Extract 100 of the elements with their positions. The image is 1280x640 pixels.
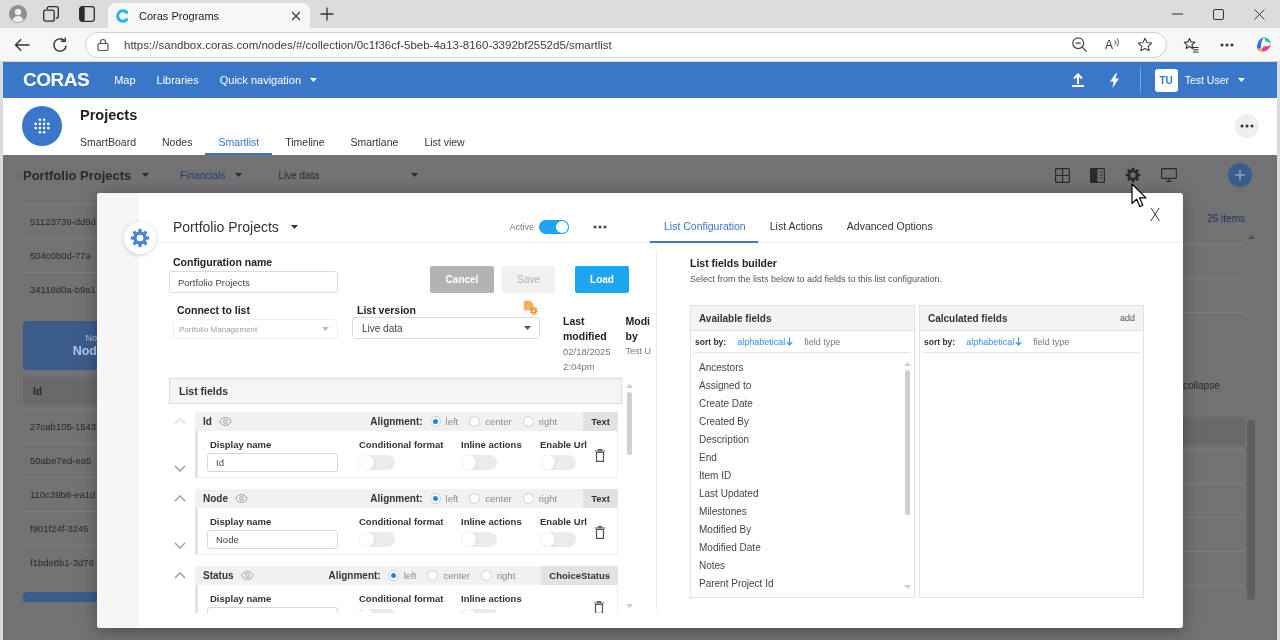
grid-icon[interactable] — [1055, 167, 1070, 183]
lightning-icon[interactable] — [1109, 72, 1119, 88]
radio-button[interactable] — [522, 493, 534, 504]
radio-button[interactable] — [387, 570, 399, 581]
list-item[interactable]: Notes — [699, 556, 726, 574]
read-aloud-button[interactable]: A — [1105, 37, 1119, 52]
toggle-switch[interactable] — [461, 532, 497, 547]
user-avatar[interactable]: TU — [1154, 68, 1178, 92]
list-item[interactable]: Create Date — [699, 394, 753, 412]
chevron-up-icon[interactable] — [174, 495, 186, 502]
refresh-icon[interactable] — [52, 36, 68, 53]
add-button[interactable] — [1228, 163, 1252, 187]
swirl-icon[interactable] — [1255, 36, 1272, 53]
more-button[interactable] — [1235, 114, 1259, 138]
split-view-icon[interactable] — [1090, 167, 1105, 183]
text-field[interactable]: Id — [207, 453, 338, 472]
close-icon[interactable] — [291, 10, 301, 21]
list-item[interactable]: Ancestors — [699, 358, 744, 376]
toggle-switch[interactable] — [461, 455, 497, 470]
caret-icon[interactable] — [1238, 78, 1245, 82]
list-item[interactable]: Modified Date — [699, 538, 761, 556]
dialog-tab[interactable]: List Configuration — [650, 211, 758, 243]
chevron-up-icon[interactable] — [174, 572, 186, 579]
list-item[interactable]: End — [699, 448, 717, 466]
text-field[interactable]: Node — [207, 530, 338, 549]
favorites-icon[interactable] — [1183, 36, 1199, 53]
scroll-up-icon[interactable] — [1247, 235, 1255, 239]
scrollbar-thumb[interactable] — [904, 370, 910, 515]
chevron-down-icon[interactable] — [174, 542, 186, 549]
radio-button[interactable] — [469, 493, 481, 504]
monitor-icon[interactable] — [1161, 168, 1177, 182]
sort-option[interactable]: alphabetical — [966, 336, 1023, 347]
scroll-down-icon[interactable] — [903, 585, 911, 589]
zoom-out-icon[interactable] — [1072, 37, 1087, 52]
address-bar[interactable]: https://sandbox.coras.com/nodes/#/collection/0c1f36cf-5beb-4a13-8160-3392bf2552d5/smartlist A — [85, 31, 1167, 58]
sort-option[interactable]: alphabetical — [737, 336, 794, 347]
vertical-tabs-icon[interactable] — [79, 6, 95, 22]
toggle-switch[interactable] — [540, 455, 576, 470]
radio-button[interactable] — [522, 416, 534, 427]
list-item[interactable]: Modified By — [699, 520, 752, 538]
list-item[interactable]: Created By — [699, 412, 750, 430]
radio-button[interactable] — [480, 570, 492, 581]
list-item[interactable]: Parent Project Id — [699, 574, 774, 592]
page-tab[interactable]: SmartBoard — [67, 133, 150, 155]
page-tab[interactable]: Smartlane — [337, 133, 412, 155]
dots-grid-icon[interactable] — [22, 106, 62, 146]
nav-link[interactable]: Map — [114, 74, 136, 86]
plus-icon[interactable] — [320, 7, 334, 21]
back-icon[interactable] — [14, 37, 30, 52]
eye-icon[interactable] — [218, 417, 232, 426]
toggle-switch[interactable] — [539, 219, 569, 234]
summary-card[interactable]: No Nod — [23, 321, 97, 370]
toggle-switch[interactable] — [359, 532, 395, 547]
list-item[interactable]: Item ID — [699, 466, 732, 484]
maximize-icon[interactable] — [1213, 8, 1224, 20]
list-item[interactable]: Last Updated — [699, 484, 759, 502]
sort-option[interactable]: field type — [804, 336, 841, 347]
trash-icon[interactable] — [594, 601, 604, 613]
more-icon[interactable] — [1220, 42, 1234, 47]
document-gear-icon[interactable] — [523, 300, 538, 315]
trash-icon[interactable] — [595, 526, 605, 539]
radio-button[interactable] — [429, 416, 441, 427]
workspaces-icon[interactable] — [43, 6, 59, 22]
dialog-tab[interactable]: Advanced Options — [834, 211, 945, 243]
trash-icon[interactable] — [595, 449, 605, 462]
radio-button[interactable] — [427, 570, 439, 581]
radio-button[interactable] — [469, 416, 481, 427]
close-icon[interactable] — [1254, 8, 1265, 20]
app-logo[interactable]: CORAS — [23, 69, 90, 91]
list-item[interactable]: Assigned to — [699, 376, 752, 394]
title-dropdown[interactable]: Portfolio Projects — [173, 218, 298, 235]
dropdown-field[interactable]: Live data — [352, 317, 540, 339]
user-name[interactable]: Test User — [1184, 74, 1229, 86]
browser-tab[interactable]: Coras Programs — [108, 3, 310, 28]
dialog-tab[interactable]: List Actions — [757, 211, 835, 243]
toggle-switch[interactable] — [540, 532, 576, 547]
toggle-switch[interactable] — [359, 455, 395, 470]
more-icon[interactable] — [593, 224, 607, 229]
page-tab[interactable]: Nodes — [149, 133, 206, 155]
page-tab[interactable]: Timeline — [272, 133, 338, 155]
lock-icon[interactable] — [97, 38, 109, 51]
eye-icon[interactable] — [235, 494, 248, 503]
scroll-down-icon[interactable] — [626, 604, 633, 608]
list-item[interactable]: Description — [699, 430, 750, 448]
eye-icon[interactable] — [240, 571, 254, 580]
scroll-up-icon[interactable] — [903, 362, 911, 366]
close-button[interactable]: X — [1149, 207, 1161, 224]
nav-link[interactable]: Quick navigation — [219, 74, 318, 86]
scroll-up-icon[interactable] — [626, 384, 633, 388]
text-field[interactable] — [207, 607, 338, 613]
upload-icon[interactable] — [1071, 73, 1084, 87]
list-item[interactable]: Milestones — [699, 502, 747, 520]
text-field[interactable]: Portfolio Projects — [169, 271, 338, 293]
star-icon[interactable] — [1137, 36, 1153, 53]
nav-link[interactable]: Libraries — [156, 74, 199, 86]
scrollbar-thumb[interactable] — [627, 392, 632, 455]
radio-button[interactable] — [429, 493, 441, 504]
profile-icon[interactable] — [9, 5, 27, 23]
add-link[interactable]: add — [1119, 313, 1135, 323]
settings-icon[interactable] — [1125, 167, 1141, 183]
